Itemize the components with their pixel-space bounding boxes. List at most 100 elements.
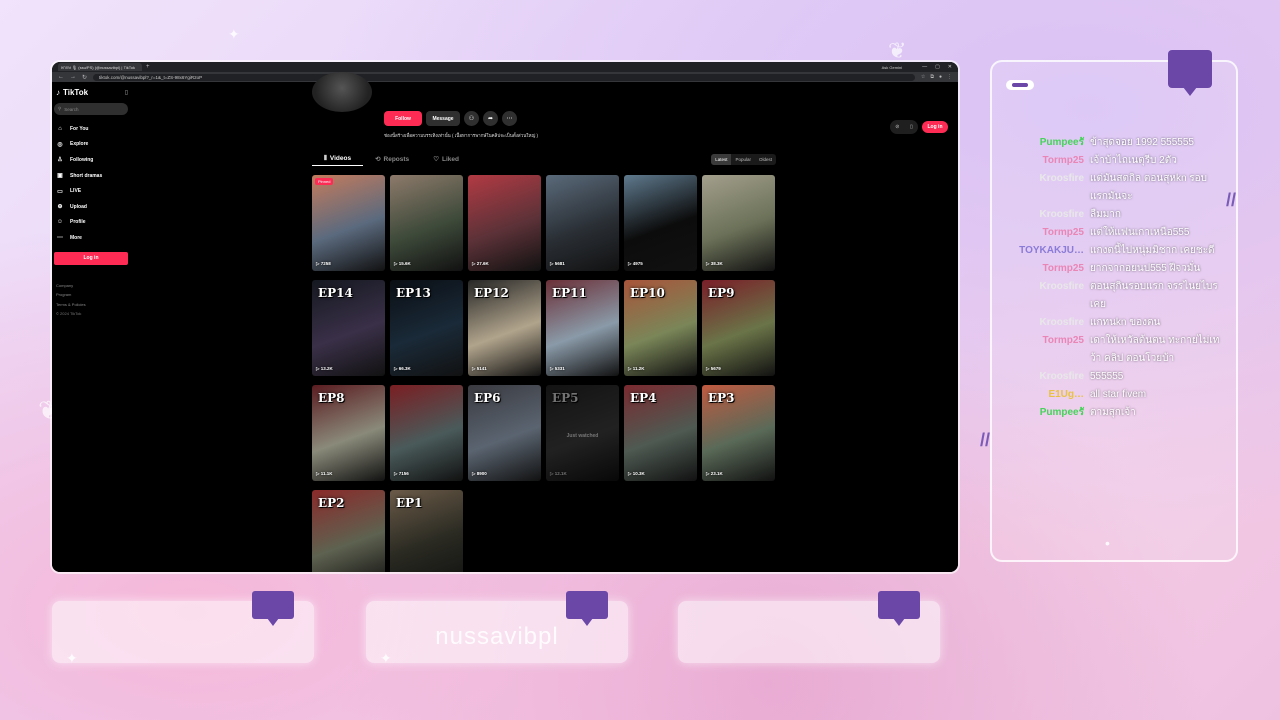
view-count-value: 7258 xyxy=(320,261,331,266)
collapse-sidebar-icon[interactable]: ▯ xyxy=(125,89,128,96)
view-count: ▷ 11.1K xyxy=(316,471,332,477)
chat-username[interactable]: TOYKAKJU… xyxy=(1012,242,1090,260)
chat-text: ลืมมาก xyxy=(1090,209,1121,220)
chat-username[interactable]: Tormp25 xyxy=(1012,152,1090,170)
chat-message: Pumpeeรั ตามสุกเจ้า xyxy=(1012,404,1222,422)
video-tile[interactable]: EP13 ▷ 66.3K xyxy=(390,280,463,376)
chat-username[interactable]: Pumpeeรั xyxy=(1012,404,1090,422)
chat-username[interactable]: Pumpeeรั xyxy=(1012,134,1090,152)
header-login-button[interactable]: Log in xyxy=(922,121,948,133)
video-tile[interactable]: EP12 ▷ 5141 xyxy=(468,280,541,376)
search-placeholder: Search xyxy=(64,106,79,112)
forward-icon[interactable]: → xyxy=(70,74,76,80)
sort-popular[interactable]: Popular xyxy=(731,154,755,165)
avatar[interactable] xyxy=(312,72,372,112)
sidebar-item-explore[interactable]: ◎ Explore xyxy=(54,137,128,153)
more-options-icon[interactable]: ⋯ xyxy=(502,111,517,126)
chat-username[interactable]: Kroosfire xyxy=(1012,206,1090,224)
video-tile[interactable]: ▷ 5681 xyxy=(546,175,619,271)
view-count-value: 23.1K xyxy=(710,471,723,476)
tab-liked[interactable]: ♡ Liked xyxy=(421,152,471,166)
bookmark-icon[interactable]: ☆ xyxy=(921,74,925,80)
episode-label: EP4 xyxy=(630,391,657,405)
add-friend-icon[interactable]: ⚇ xyxy=(464,111,479,126)
video-tile[interactable]: Pinned ▷ 7258 xyxy=(312,175,385,271)
sidebar-login-button[interactable]: Log in xyxy=(54,251,128,265)
video-tile[interactable]: EP1▷ 6901 xyxy=(390,490,463,572)
ask-gemini-button[interactable]: Ask Gemini xyxy=(882,65,902,70)
share-icon[interactable]: ➦ xyxy=(483,111,498,126)
phone-icon: ▯ xyxy=(909,124,913,130)
tab-bar: พากษ 🎙 (ssu/PS) (@nussavibpl) | TikTok +… xyxy=(52,62,958,72)
browser-tab[interactable]: พากษ 🎙 (ssu/PS) (@nussavibpl) | TikTok xyxy=(58,63,142,71)
video-tile[interactable]: EP6 ▷ 8900 xyxy=(468,385,541,481)
profile-avatar-icon[interactable]: ● xyxy=(939,74,942,80)
video-tile[interactable]: EP3 ▷ 23.1K xyxy=(702,385,775,481)
chat-username[interactable]: Tormp25 xyxy=(1012,260,1090,278)
reposts-tab-icon: ⟲ xyxy=(375,156,381,163)
sidebar-item-for-you[interactable]: ⌂ For You xyxy=(54,121,128,137)
sidebar-item-live[interactable]: ▭ LIVE xyxy=(54,183,128,199)
close-icon[interactable]: ✕ xyxy=(948,64,952,70)
video-tile[interactable]: EP2▷ 12.3K xyxy=(312,490,385,572)
video-tile[interactable]: ▷ 4975 xyxy=(624,175,697,271)
episode-label: EP8 xyxy=(318,391,345,405)
extensions-icon[interactable]: ⧉ xyxy=(930,74,934,80)
view-count-value: 8900 xyxy=(476,471,487,476)
view-count-value: 13.2K xyxy=(320,366,333,371)
sidebar-item-following[interactable]: ♙ Following xyxy=(54,152,128,168)
sidebar: ♪ TikTok ▯ ⚲ Search ⌂ For You ◎ Explore ♙ F… xyxy=(52,82,130,572)
video-tile[interactable]: ▷ 7156 xyxy=(390,385,463,481)
footer-link-terms[interactable]: Terms & Policies xyxy=(56,300,128,310)
follow-button[interactable]: Follow xyxy=(384,111,422,126)
view-count: ▷ 5331 xyxy=(550,366,565,372)
video-tile[interactable]: ▷ 15.6K xyxy=(390,175,463,271)
chat-username[interactable]: Kroosfire xyxy=(1012,278,1090,314)
sidebar-item-more[interactable]: ⋯ More xyxy=(54,230,128,246)
video-tile[interactable]: ▷ 38.3K xyxy=(702,175,775,271)
sort-oldest[interactable]: Oldest xyxy=(755,154,776,165)
chat-username[interactable]: Kroosfire xyxy=(1012,314,1090,332)
chat-username[interactable]: Kroosfire xyxy=(1012,170,1090,206)
browser-window: พากษ 🎙 (ssu/PS) (@nussavibpl) | TikTok +… xyxy=(52,62,958,572)
get-app-pill[interactable]: ⊘ ▯ xyxy=(890,120,918,134)
reload-icon[interactable]: ↻ xyxy=(82,74,87,81)
video-tile[interactable]: EP14 ▷ 13.2K xyxy=(312,280,385,376)
liked-tab-icon: ♡ xyxy=(433,156,440,163)
video-tile[interactable]: EP11 ▷ 5331 xyxy=(546,280,619,376)
logo-text: TikTok xyxy=(63,88,89,97)
footer-link-company[interactable]: Company xyxy=(56,281,128,291)
chat-username[interactable]: Kroosfire xyxy=(1012,368,1090,386)
new-tab-button[interactable]: + xyxy=(146,64,150,70)
sidebar-item-profile[interactable]: ☺ Profile xyxy=(54,215,128,231)
tab-videos[interactable]: ⦀ Videos xyxy=(312,152,364,166)
back-icon[interactable]: ← xyxy=(58,74,64,80)
video-tile[interactable]: EP5 Just watched ▷ 12.1K xyxy=(546,385,619,481)
chat-text: ตามสุกเจ้า xyxy=(1090,407,1136,418)
view-count-value: 38.3K xyxy=(710,261,723,266)
maximize-icon[interactable]: ▢ xyxy=(935,64,940,70)
tiktok-logo[interactable]: ♪ TikTok ▯ xyxy=(54,88,128,97)
search-input[interactable]: ⚲ Search xyxy=(54,103,128,115)
footer-link-program[interactable]: Program xyxy=(56,290,128,300)
view-count-value: 11.1K xyxy=(320,471,333,476)
chat-username[interactable]: Tormp25 xyxy=(1012,332,1090,368)
sidebar-item-short-dramas[interactable]: ▣ Short dramas xyxy=(54,168,128,184)
chat-message: Kroosfire ลืมมาก xyxy=(1012,206,1222,224)
episode-label: EP6 xyxy=(474,391,501,405)
minimize-icon[interactable]: — xyxy=(922,64,927,70)
video-tile[interactable]: EP8 ▷ 11.1K xyxy=(312,385,385,481)
menu-icon[interactable]: ⋮ xyxy=(947,74,952,80)
chat-username[interactable]: E1Ug… xyxy=(1012,386,1090,404)
chat-username[interactable]: Tormp25 xyxy=(1012,224,1090,242)
message-button[interactable]: Message xyxy=(426,111,460,126)
video-tile[interactable]: EP10 ▷ 11.2K xyxy=(624,280,697,376)
video-tile[interactable]: EP9 ▷ 5679 xyxy=(702,280,775,376)
video-tile[interactable]: ▷ 27.6K xyxy=(468,175,541,271)
sidebar-item-upload[interactable]: ⊕ Upload xyxy=(54,199,128,215)
video-tile[interactable]: EP4 ▷ 10.3K xyxy=(624,385,697,481)
sort-latest[interactable]: Latest xyxy=(711,153,732,165)
view-count: ▷ 23.1K xyxy=(706,471,723,477)
tab-reposts[interactable]: ⟲ Reposts xyxy=(363,152,421,166)
url-input[interactable]: tiktok.com/@nussavibpl?_r=1&_t=ZS-98x6Yg… xyxy=(93,73,915,81)
